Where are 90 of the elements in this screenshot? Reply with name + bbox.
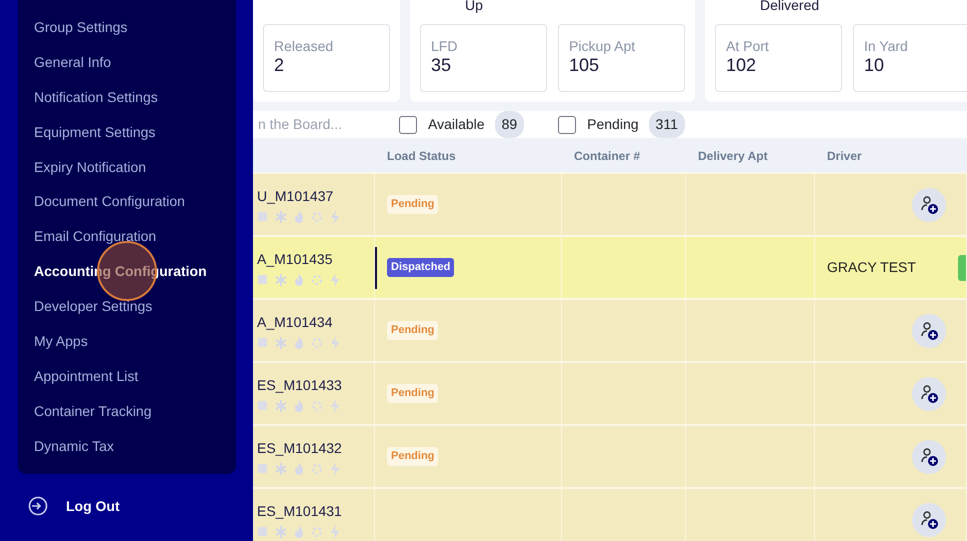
stat-label: LFD bbox=[431, 38, 458, 54]
assign-driver-button[interactable] bbox=[912, 502, 946, 536]
stat-card[interactable]: At Port 102 bbox=[715, 24, 842, 92]
flame-icon bbox=[293, 462, 305, 476]
box-icon bbox=[257, 272, 269, 286]
load-number[interactable]: A_M101435 bbox=[257, 248, 333, 270]
stat-value: 105 bbox=[569, 54, 600, 76]
dashed-circle-icon bbox=[311, 210, 323, 224]
stat-card[interactable]: LFD 35 bbox=[420, 24, 547, 92]
count-badge: 311 bbox=[648, 111, 685, 138]
stat-value: 2 bbox=[274, 54, 286, 76]
bolt-icon bbox=[329, 462, 341, 476]
panel-heading: Up bbox=[464, 0, 483, 13]
load-number[interactable]: ES_M101433 bbox=[257, 374, 342, 396]
bolt-icon bbox=[329, 524, 341, 538]
flame-icon bbox=[293, 336, 305, 350]
bolt-icon bbox=[329, 398, 341, 412]
dashed-circle-icon bbox=[311, 462, 323, 476]
add-user-icon bbox=[919, 320, 939, 340]
menu-item[interactable]: General Info bbox=[34, 44, 236, 80]
status-tag bbox=[958, 254, 966, 280]
menu-item[interactable]: Container Tracking bbox=[34, 394, 236, 429]
checkbox[interactable] bbox=[558, 116, 576, 134]
add-user-icon bbox=[919, 510, 939, 530]
add-user-icon bbox=[919, 384, 939, 404]
checkbox[interactable] bbox=[399, 116, 417, 134]
menu-item[interactable]: Group Settings bbox=[34, 10, 236, 45]
load-number[interactable]: A_M101434 bbox=[257, 312, 333, 332]
snowflake-icon bbox=[275, 398, 287, 412]
status-badge: Pending bbox=[387, 195, 438, 214]
stat-card[interactable]: Released 2 bbox=[263, 24, 390, 92]
snowflake-icon bbox=[275, 524, 287, 538]
box-icon bbox=[257, 336, 269, 350]
bolt-icon bbox=[329, 210, 341, 224]
status-badge: Pending bbox=[387, 321, 438, 340]
stat-value: 10 bbox=[864, 54, 886, 76]
assign-driver-button[interactable] bbox=[912, 188, 946, 222]
snowflake-icon bbox=[275, 272, 287, 286]
assign-driver-button[interactable] bbox=[912, 376, 946, 410]
menu-item[interactable]: Appointment List bbox=[34, 358, 236, 394]
load-number[interactable]: U_M101437 bbox=[257, 186, 334, 206]
stat-label: Released bbox=[274, 38, 334, 54]
stat-label: Pickup Apt bbox=[569, 38, 636, 54]
menu-item[interactable]: Dynamic Tax bbox=[34, 428, 236, 464]
dashed-circle-icon bbox=[311, 336, 323, 350]
checkbox-label: Pending bbox=[587, 115, 639, 134]
menu-item[interactable]: Notification Settings bbox=[34, 80, 236, 115]
stat-value: 35 bbox=[431, 54, 452, 76]
stat-card[interactable]: In Yard 10 bbox=[853, 24, 967, 92]
flame-icon bbox=[293, 398, 305, 412]
snowflake-icon bbox=[275, 462, 287, 476]
flame-icon bbox=[293, 524, 305, 538]
logout-link[interactable]: Log Out bbox=[18, 496, 236, 517]
snowflake-icon bbox=[275, 210, 287, 224]
add-user-icon bbox=[919, 446, 939, 466]
menu-item[interactable]: My Apps bbox=[34, 324, 236, 359]
assign-driver-button[interactable] bbox=[912, 314, 946, 348]
count-badge: 89 bbox=[494, 111, 524, 138]
box-icon bbox=[257, 524, 269, 538]
dashed-circle-icon bbox=[311, 398, 323, 412]
menu-item[interactable]: Email Configuration bbox=[34, 219, 236, 254]
menu-item[interactable]: Document Configuration bbox=[34, 184, 236, 220]
load-number[interactable]: ES_M101431 bbox=[257, 500, 342, 522]
stat-card[interactable]: Pickup Apt 105 bbox=[558, 24, 685, 92]
status-badge: Pending bbox=[387, 447, 438, 466]
assign-driver-button[interactable] bbox=[912, 440, 946, 474]
load-number[interactable]: ES_M101432 bbox=[257, 438, 342, 458]
stat-value: 102 bbox=[726, 54, 758, 76]
box-icon bbox=[257, 210, 269, 224]
bolt-icon bbox=[329, 272, 341, 286]
box-icon bbox=[257, 462, 269, 476]
box-icon bbox=[257, 398, 269, 412]
stat-label: At Port bbox=[726, 38, 770, 54]
checkbox-label: Available bbox=[428, 115, 485, 134]
panel-heading: Delivered bbox=[759, 0, 820, 13]
menu-item[interactable]: Equipment Settings bbox=[34, 114, 236, 150]
logout-icon bbox=[28, 496, 48, 516]
status-badge: Dispatched bbox=[387, 258, 454, 277]
snowflake-icon bbox=[275, 336, 287, 350]
flame-icon bbox=[293, 210, 305, 224]
driver-name: GRACY TEST bbox=[827, 258, 916, 277]
menu-item[interactable]: Expiry Notification bbox=[34, 150, 236, 184]
stat-label: In Yard bbox=[864, 38, 909, 54]
dashed-circle-icon bbox=[311, 524, 323, 538]
flame-icon bbox=[293, 272, 305, 286]
add-user-icon bbox=[919, 194, 939, 214]
dashed-circle-icon bbox=[311, 272, 323, 286]
menu-item[interactable]: Developer Settings bbox=[34, 289, 236, 324]
bolt-icon bbox=[329, 336, 341, 350]
status-badge: Pending bbox=[387, 384, 438, 403]
